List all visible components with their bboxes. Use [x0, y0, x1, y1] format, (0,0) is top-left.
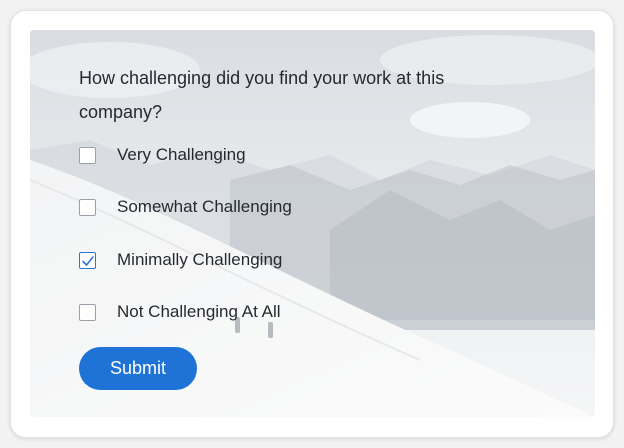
- submit-button[interactable]: Submit: [79, 347, 197, 390]
- option-not-challenging-at-all[interactable]: Not Challenging At All: [79, 302, 281, 322]
- option-minimally-challenging[interactable]: Minimally Challenging: [79, 250, 282, 270]
- option-label: Not Challenging At All: [117, 302, 281, 321]
- checkbox-very-challenging[interactable]: [79, 146, 96, 164]
- checkbox-somewhat-challenging[interactable]: [79, 198, 96, 216]
- option-very-challenging[interactable]: Very Challenging: [79, 145, 246, 165]
- option-label: Very Challenging: [117, 145, 246, 164]
- option-label: Somewhat Challenging: [117, 197, 292, 216]
- survey-panel: How challenging did you find your work a…: [30, 30, 595, 417]
- survey-card: How challenging did you find your work a…: [10, 10, 614, 438]
- survey-question: How challenging did you find your work a…: [79, 68, 445, 122]
- option-label: Minimally Challenging: [117, 250, 283, 269]
- checkmark-icon: [82, 255, 94, 266]
- option-somewhat-challenging[interactable]: Somewhat Challenging: [79, 197, 292, 217]
- checkbox-not-challenging-at-all[interactable]: [79, 303, 96, 321]
- checkbox-minimally-challenging[interactable]: [79, 251, 96, 269]
